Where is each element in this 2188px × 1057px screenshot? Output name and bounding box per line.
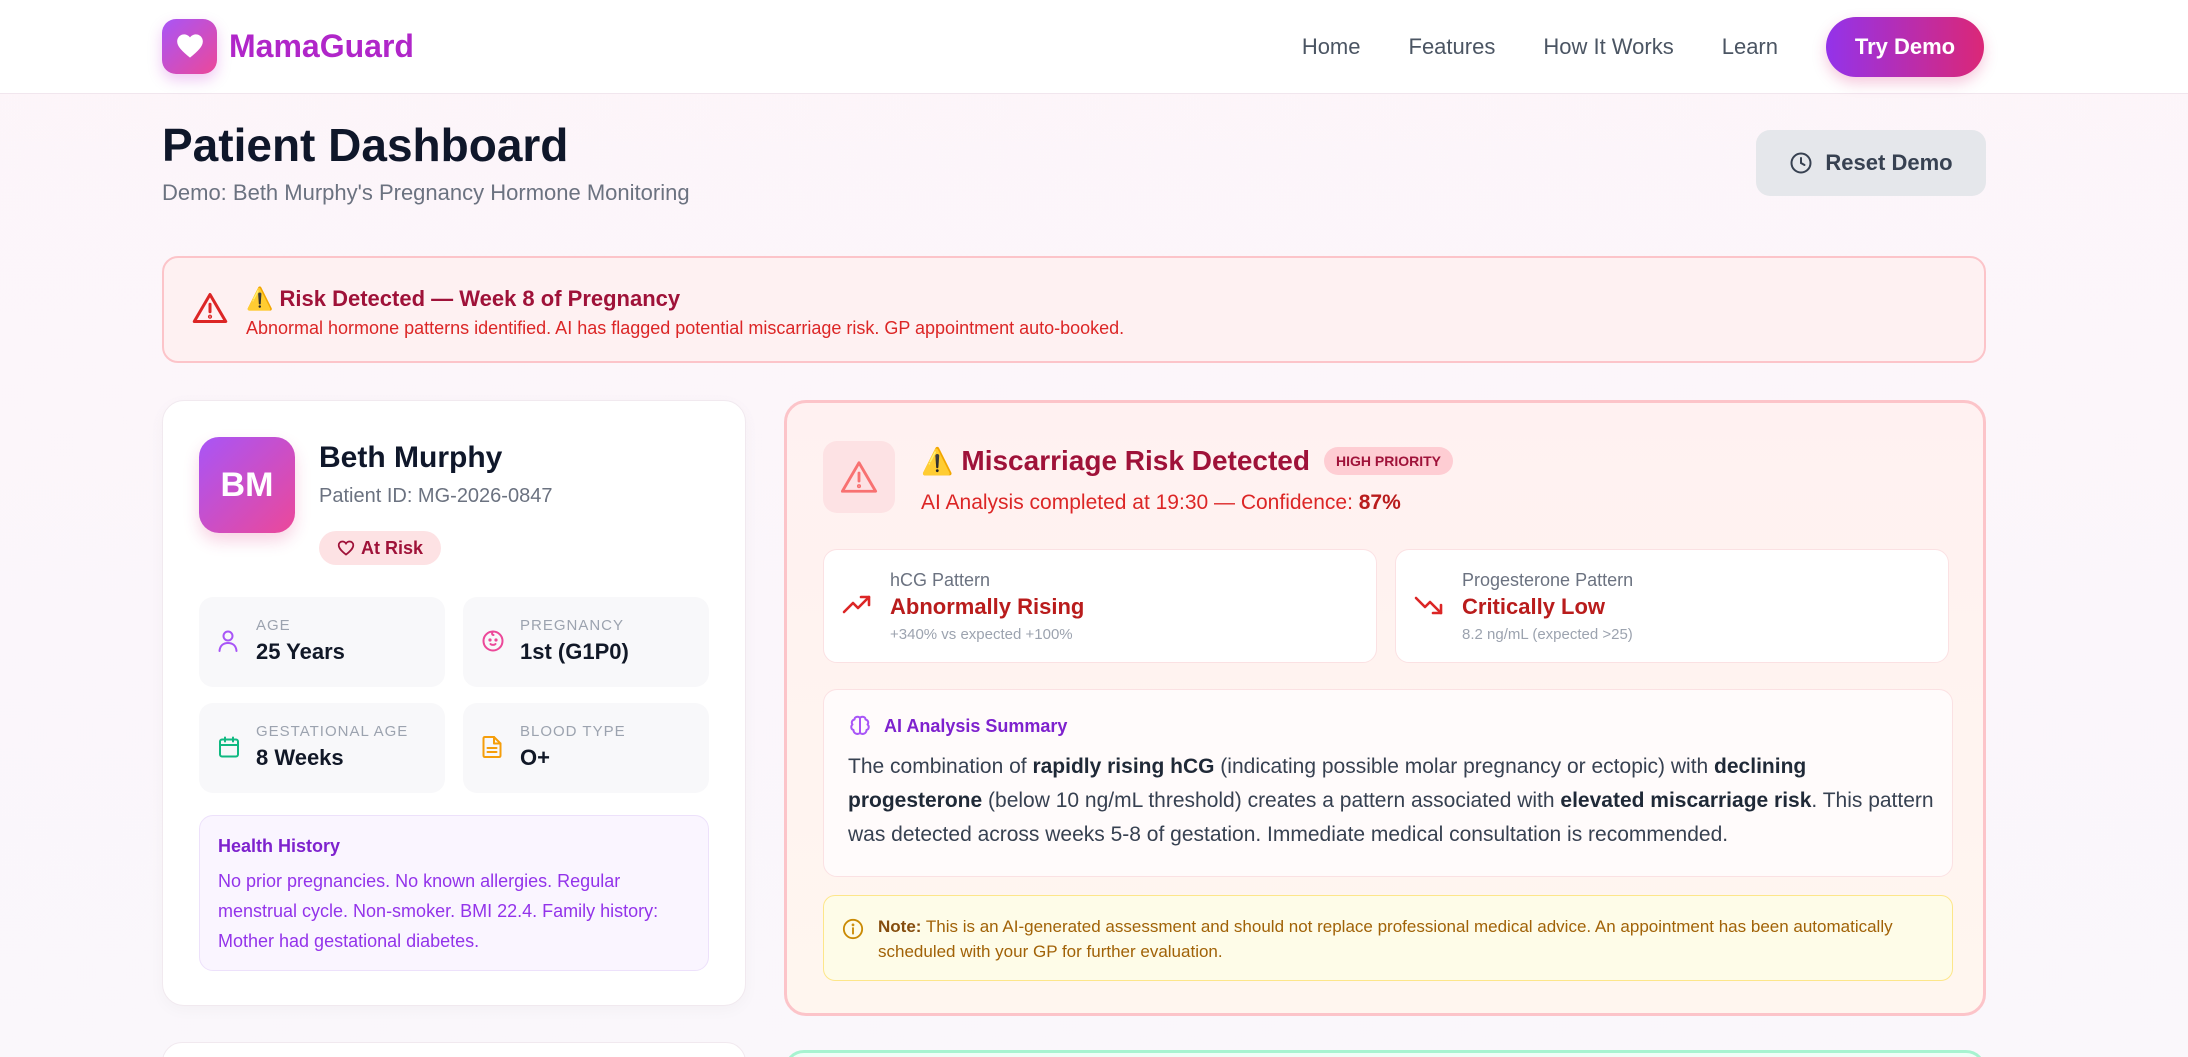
page-title: Patient Dashboard xyxy=(162,119,569,171)
disclaimer-note: Note: This is an AI-generated assessment… xyxy=(823,895,1953,981)
pattern-value: Abnormally Rising xyxy=(890,594,1085,619)
stat-pregnancy: PREGNANCY 1st (G1P0) xyxy=(463,597,709,687)
stat-label: GESTATIONAL AGE xyxy=(256,723,409,740)
clock-icon xyxy=(1790,152,1812,174)
patient-card: BM Beth Murphy Patient ID: MG-2026-0847 … xyxy=(162,400,746,1006)
alert-description: Abnormal hormone patterns identified. AI… xyxy=(246,318,1125,338)
document-icon xyxy=(482,736,502,758)
pattern-note: 8.2 ng/mL (expected >25) xyxy=(1462,626,1633,643)
info-icon xyxy=(842,918,864,940)
stat-value: 8 Weeks xyxy=(256,745,344,770)
confidence-value: 87% xyxy=(1358,491,1401,514)
brand[interactable]: MamaGuard xyxy=(162,18,414,74)
progesterone-pattern-card: Progesterone Pattern Critically Low 8.2 … xyxy=(1395,549,1949,663)
hcg-pattern-card: hCG Pattern Abnormally Rising +340% vs e… xyxy=(823,549,1377,663)
nav-links: Home Features How It Works Learn Try Dem… xyxy=(1302,0,1984,94)
patient-id: Patient ID: MG-2026-0847 xyxy=(319,485,553,507)
try-demo-button[interactable]: Try Demo xyxy=(1826,17,1984,77)
stat-value: O+ xyxy=(520,745,550,770)
stat-value: 1st (G1P0) xyxy=(520,639,629,664)
avatar: BM xyxy=(199,437,295,533)
nav-link-features[interactable]: Features xyxy=(1409,34,1496,60)
reset-demo-label: Reset Demo xyxy=(1825,150,1953,175)
user-icon xyxy=(218,630,238,652)
summary-text-part: The combination of xyxy=(848,755,1033,778)
nav-link-learn[interactable]: Learn xyxy=(1722,34,1778,60)
risk-title: Miscarriage Risk Detected xyxy=(961,445,1310,476)
nav-link-home[interactable]: Home xyxy=(1302,34,1361,60)
baby-icon xyxy=(482,630,504,652)
disclaimer-body: This is an AI-generated assessment and s… xyxy=(878,917,1893,961)
priority-badge: HIGH PRIORITY xyxy=(1323,447,1453,475)
brain-icon xyxy=(850,715,870,735)
analysis-meta: AI Analysis completed at 19:30 — Confide… xyxy=(921,491,1401,515)
status-badge: At Risk xyxy=(319,531,442,565)
brand-name: MamaGuard xyxy=(229,27,414,64)
heart-logo-icon xyxy=(162,18,217,74)
analysis-meta-text: AI Analysis completed at 19:30 — Confide… xyxy=(921,491,1359,514)
stat-age: AGE 25 Years xyxy=(199,597,445,687)
nav-link-how-it-works[interactable]: How It Works xyxy=(1543,34,1673,60)
risk-analysis-card: ⚠️ Miscarriage Risk Detected HIGH PRIORI… xyxy=(784,400,1986,1016)
patient-name: Beth Murphy xyxy=(319,441,503,474)
pattern-label: hCG Pattern xyxy=(890,570,991,590)
warning-triangle-icon xyxy=(840,461,878,493)
next-card-right xyxy=(784,1050,1986,1057)
alert-title: ⚠️ Risk Detected — Week 8 of Pregnancy xyxy=(246,286,681,311)
summary-title: AI Analysis Summary xyxy=(884,716,1068,736)
ai-analysis-summary: AI Analysis Summary The combination of r… xyxy=(823,689,1953,877)
health-history-text: No prior pregnancies. No known allergies… xyxy=(218,871,659,951)
summary-highlight: rapidly rising hCG xyxy=(1032,755,1215,778)
risk-alert-banner: ⚠️ Risk Detected — Week 8 of Pregnancy A… xyxy=(162,256,1986,363)
pattern-value: Critically Low xyxy=(1462,594,1606,619)
next-card-left xyxy=(162,1042,746,1057)
stat-label: PREGNANCY xyxy=(520,617,625,634)
warning-emoji-icon: ⚠️ xyxy=(921,445,954,476)
status-badge-label: At Risk xyxy=(361,537,424,558)
risk-icon-box xyxy=(823,441,895,513)
pattern-label: Progesterone Pattern xyxy=(1462,570,1634,590)
stat-blood-type: BLOOD TYPE O+ xyxy=(463,703,709,793)
stat-label: AGE xyxy=(256,617,291,634)
top-navigation: MamaGuard Home Features How It Works Lea… xyxy=(0,0,2188,94)
health-history: Health History No prior pregnancies. No … xyxy=(199,815,709,971)
pattern-note: +340% vs expected +100% xyxy=(890,626,1073,643)
reset-demo-button[interactable]: Reset Demo xyxy=(1756,130,1986,196)
disclaimer-text: Note: This is an AI-generated assessment… xyxy=(878,914,1938,964)
stat-label: BLOOD TYPE xyxy=(520,723,626,740)
trending-up-icon xyxy=(842,595,871,614)
health-history-title: Health History xyxy=(218,836,341,856)
stat-gestational-age: GESTATIONAL AGE 8 Weeks xyxy=(199,703,445,793)
warning-triangle-icon xyxy=(192,293,228,323)
summary-text-part: (indicating possible molar pregnancy or … xyxy=(1214,755,1715,778)
trending-down-icon xyxy=(1414,596,1443,615)
heart-icon xyxy=(337,540,355,556)
summary-text: The combination of rapidly rising hCG (i… xyxy=(848,750,1938,852)
summary-highlight: elevated miscarriage risk xyxy=(1560,789,1812,812)
summary-text-part: (below 10 ng/mL threshold) creates a pat… xyxy=(982,789,1561,812)
stat-value: 25 Years xyxy=(256,639,345,664)
calendar-icon xyxy=(219,736,239,758)
disclaimer-label: Note: xyxy=(878,917,922,936)
risk-title-row: ⚠️ Miscarriage Risk Detected HIGH PRIORI… xyxy=(921,445,1453,477)
page-subtitle: Demo: Beth Murphy's Pregnancy Hormone Mo… xyxy=(162,180,690,205)
